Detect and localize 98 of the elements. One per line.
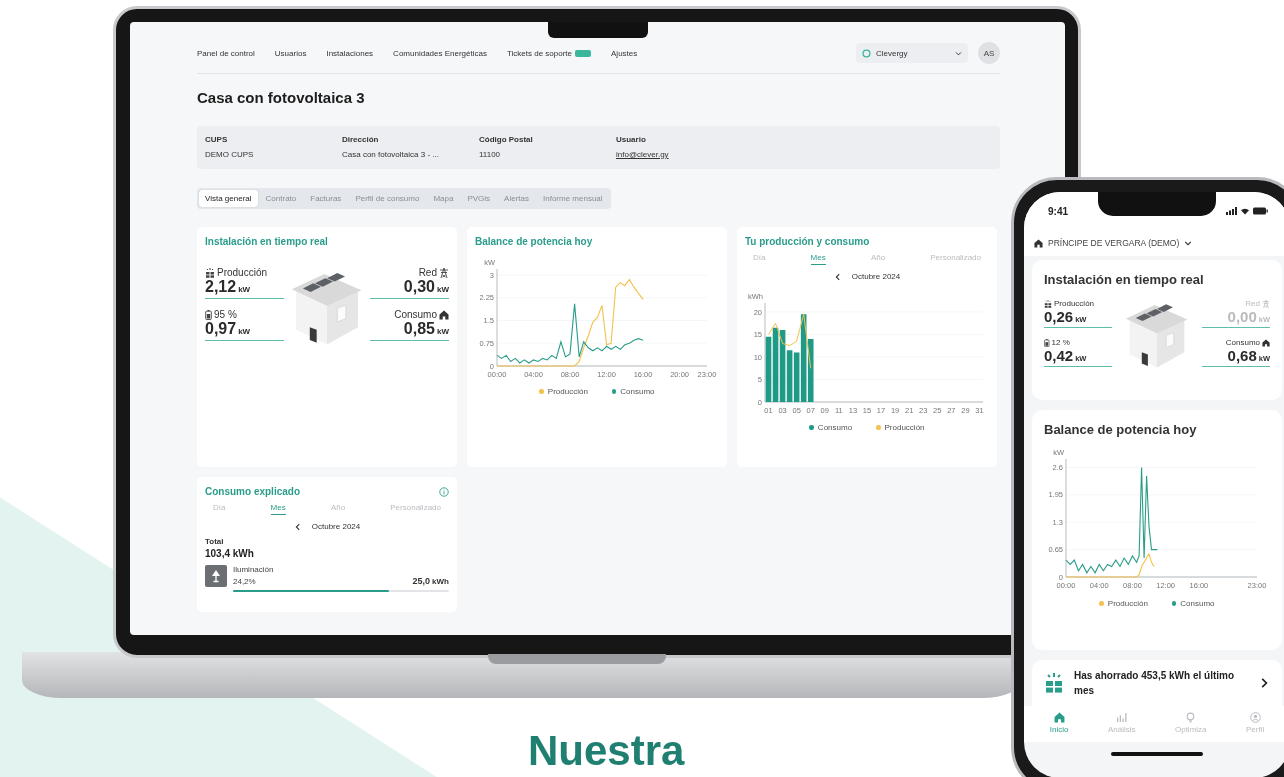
power-pylon-icon — [1262, 299, 1270, 308]
location-name[interactable]: PRÍNCIPE DE VERGARA (DEMO) — [1048, 238, 1180, 248]
bottom-tab[interactable]: Análisis — [1107, 712, 1136, 734]
solar-panel-icon — [1044, 299, 1052, 308]
bottom-tab[interactable]: Optimiza — [1174, 712, 1207, 734]
savings-text: Has ahorrado 453,5 kWh el último mes — [1074, 669, 1236, 698]
info-label: Dirección — [342, 135, 380, 144]
legend-label: Producción — [884, 423, 925, 432]
tab[interactable]: Alertas — [498, 190, 535, 207]
card-title: Balance de potencia hoy — [1044, 422, 1198, 437]
status-time: 9:41 — [1048, 205, 1068, 217]
tab[interactable]: Vista general — [199, 190, 258, 207]
organization-select[interactable]: Clevergy — [856, 43, 968, 63]
battery-icon — [205, 309, 212, 320]
info-value: Casa con fotovoltaica 3 - ... — [342, 150, 440, 159]
power-pylon-icon — [439, 267, 449, 278]
total-value: 103,4 kWh — [205, 548, 255, 559]
period-tab[interactable]: Mes — [270, 503, 286, 515]
logo-icon — [862, 48, 871, 58]
savings-card[interactable]: Has ahorrado 453,5 kWh el último mes — [1032, 660, 1282, 706]
email-link[interactable]: info@clever.gy — [616, 150, 992, 159]
solar-panel-icon — [1044, 673, 1064, 693]
metric-value: 0,97 kW — [205, 320, 251, 338]
lamp-icon — [205, 565, 227, 587]
previous-button[interactable] — [833, 272, 842, 281]
battery-icon — [1044, 338, 1050, 347]
home-icon — [1262, 338, 1270, 347]
nav-link[interactable]: Instalaciones — [326, 48, 374, 58]
battery-status-icon — [1253, 207, 1268, 215]
metric-value: 2,12 kW — [205, 278, 251, 296]
light-bulb-icon — [1185, 712, 1197, 723]
series-line — [768, 313, 812, 369]
category-share: 24,2% — [233, 577, 257, 586]
nav-link[interactable]: Tickets de soporte — [506, 48, 573, 58]
nav-link[interactable]: Usuarios — [274, 48, 307, 58]
tab[interactable]: Informe mensual — [537, 190, 609, 207]
card-title: Instalación en tiempo real — [1044, 272, 1205, 287]
legend-label: Consumo — [1180, 599, 1215, 608]
total-label: Total — [205, 537, 225, 546]
period-tab[interactable]: Día — [213, 503, 226, 515]
chevron-down-icon[interactable] — [1184, 239, 1193, 247]
metric-label: 12 % — [1051, 338, 1070, 347]
metric-label: Red — [418, 267, 437, 278]
legend-label: Producción — [1107, 599, 1148, 608]
nav-link[interactable]: Panel de control — [197, 48, 255, 58]
info-value: 11100 — [479, 150, 502, 159]
previous-button[interactable] — [293, 522, 302, 531]
period-tab[interactable]: Mes — [810, 253, 826, 265]
bottom-tab[interactable]: Inicio — [1049, 712, 1069, 734]
info-label: Código Postal — [479, 135, 534, 144]
period-tab[interactable]: Año — [870, 253, 886, 265]
nav-link[interactable]: Comunidades Energéticas — [393, 48, 487, 58]
metric-label: Red — [1245, 299, 1260, 308]
home-icon — [1034, 238, 1043, 248]
period-tab[interactable]: Personalizado — [930, 253, 981, 265]
period-tab[interactable]: Personalizado — [390, 503, 441, 515]
solar-panel-icon — [205, 267, 215, 278]
card-title: Instalación en tiempo real — [205, 236, 329, 247]
info-label: Usuario — [616, 135, 647, 144]
tab[interactable]: Perfil de consumo — [349, 190, 426, 207]
metric-label: Consumo — [1225, 338, 1260, 347]
metric-label: 95 % — [214, 309, 237, 320]
signal-icon — [1226, 207, 1237, 215]
card-title: Consumo explicado — [205, 486, 300, 497]
month-label: Octubre 2024 — [851, 272, 901, 281]
nav-link[interactable]: Ajustes — [611, 48, 638, 58]
home-icon — [1053, 712, 1065, 723]
metric-label: Producción — [217, 267, 268, 278]
category-name: Iluminación — [233, 565, 274, 574]
period-tab[interactable]: Día — [753, 253, 766, 265]
metric-label: Producción — [1054, 299, 1095, 308]
metric-value: 0,30 kW — [403, 278, 449, 296]
user-avatar[interactable]: AS — [978, 42, 1000, 64]
page-title: Casa con fotovoltaica 3 — [197, 88, 366, 108]
period-tab[interactable]: Año — [330, 503, 346, 515]
tab[interactable]: PVGis — [461, 190, 497, 207]
metric-label: Consumo — [394, 309, 437, 320]
user-icon — [1249, 712, 1261, 723]
tab[interactable]: Contrato — [259, 190, 303, 207]
bottom-tab[interactable]: Perfil — [1246, 712, 1265, 734]
card-title: Tu producción y consumo — [745, 236, 871, 247]
legend-label: Consumo — [817, 423, 853, 432]
legend-label: Producción — [547, 387, 588, 396]
card-title: Balance de potencia hoy — [475, 236, 594, 247]
nav-badge — [575, 49, 592, 57]
tab[interactable]: Mapa — [427, 190, 460, 207]
chevron-down-icon[interactable] — [955, 49, 962, 57]
metric-value: 0,85 kW — [403, 320, 449, 338]
headline: Nuestra — [528, 728, 685, 774]
month-label: Octubre 2024 — [311, 522, 361, 531]
legend-label: Consumo — [620, 387, 655, 396]
category-value: 25,0 kWh — [412, 576, 449, 586]
home-icon — [439, 309, 449, 320]
bar-chart-icon — [1116, 712, 1128, 723]
tab[interactable]: Facturas — [304, 190, 348, 207]
info-label: CUPS — [205, 135, 229, 144]
wifi-icon — [1240, 207, 1250, 215]
info-value: DEMO CUPS — [205, 150, 255, 159]
